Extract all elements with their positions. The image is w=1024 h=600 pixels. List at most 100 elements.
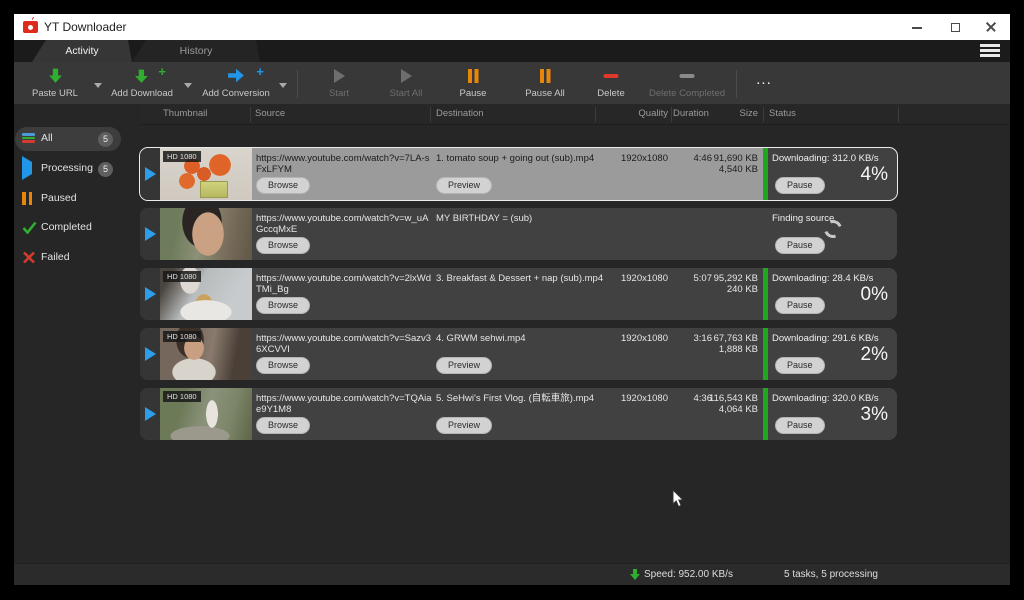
title-bar: YT Downloader	[14, 14, 1010, 40]
sidebar-item-failed[interactable]: Failed	[15, 246, 121, 270]
task-row-5[interactable]: HD 1080 https://www.youtube.com/watch?v=…	[140, 388, 897, 440]
hd-badge: HD 1080	[163, 391, 201, 402]
add-conversion-button[interactable]: + Add Conversion	[196, 67, 276, 101]
pause-icon	[444, 67, 502, 86]
source-url: https://www.youtube.com/watch?v=2lxWdTMi…	[256, 273, 434, 295]
speed-text: Speed: 952.00 KB/s	[644, 569, 733, 580]
row-pause-button[interactable]: Pause	[775, 177, 825, 194]
play-icon	[145, 407, 156, 421]
sidebar-item-completed[interactable]: Completed	[15, 216, 121, 240]
start-icon	[309, 67, 369, 86]
add-download-dropdown-icon[interactable]	[184, 83, 192, 88]
tasks-text: 5 tasks, 5 processing	[784, 569, 878, 580]
browse-button[interactable]: Browse	[256, 297, 310, 314]
col-quality[interactable]: Quality	[600, 108, 668, 119]
more-icon: ...	[756, 71, 772, 88]
status-bar: Speed: 952.00 KB/s 5 tasks, 5 processing	[14, 563, 1010, 585]
processing-indicator	[140, 268, 160, 320]
sidebar: All 5 Processing 5 Paused Completed Fail…	[14, 104, 140, 563]
video-thumbnail: HD 1080	[160, 268, 252, 320]
sidebar-item-processing[interactable]: Processing 5	[15, 157, 121, 181]
start-all-button[interactable]: Start All	[374, 67, 438, 101]
paste-url-dropdown-icon[interactable]	[94, 83, 102, 88]
status-text: Downloading: 28.4 KB/s	[772, 273, 890, 284]
play-icon	[145, 227, 156, 241]
col-source[interactable]: Source	[255, 108, 285, 119]
minimize-button[interactable]	[900, 14, 934, 40]
all-filter-icon	[22, 132, 37, 146]
browse-button[interactable]: Browse	[256, 237, 310, 254]
all-count-badge: 5	[98, 132, 113, 147]
browse-button[interactable]: Browse	[256, 417, 310, 434]
completed-icon	[22, 221, 37, 235]
close-button[interactable]	[974, 14, 1008, 40]
status-text: Downloading: 312.0 KB/s	[772, 153, 890, 164]
progress-bar	[763, 328, 768, 380]
delete-icon	[582, 67, 640, 86]
quality-value: 1920x1080	[600, 273, 668, 284]
add-conversion-dropdown-icon[interactable]	[279, 83, 287, 88]
task-row-3[interactable]: HD 1080 https://www.youtube.com/watch?v=…	[140, 268, 897, 320]
preview-button[interactable]: Preview	[436, 177, 492, 194]
add-download-button[interactable]: + Add Download	[106, 67, 178, 101]
mouse-cursor	[672, 489, 685, 513]
start-button[interactable]: Start	[309, 67, 369, 101]
size-value: 91,690 KB4,540 KB	[680, 153, 758, 175]
hd-badge: HD 1080	[163, 331, 201, 342]
sidebar-item-paused[interactable]: Paused	[15, 187, 121, 211]
destination-file: 4. GRWM sehwi.mp4	[436, 333, 616, 344]
more-button[interactable]: ...	[744, 67, 784, 101]
play-icon	[145, 347, 156, 361]
col-destination[interactable]: Destination	[436, 108, 484, 119]
delete-button[interactable]: Delete	[582, 67, 640, 101]
preview-button[interactable]: Preview	[436, 417, 492, 434]
video-thumbnail: HD 1080	[160, 388, 252, 440]
menu-icon[interactable]	[980, 44, 1000, 58]
percent-value: 0%	[861, 284, 888, 306]
row-pause-button[interactable]: Pause	[775, 417, 825, 434]
toolbar-separator	[297, 70, 298, 98]
screen: YT Downloader Activity History Paste URL…	[0, 0, 1024, 600]
minimize-icon	[912, 27, 922, 29]
progress-bar	[763, 148, 768, 200]
paused-icon	[22, 192, 37, 206]
destination-file: 5. SeHwi's First Vlog. (自転車旅).mp4	[436, 393, 616, 404]
tab-activity[interactable]: Activity	[32, 40, 132, 62]
paste-url-icon	[24, 67, 86, 86]
pause-all-button[interactable]: Pause All	[514, 67, 576, 101]
quality-value: 1920x1080	[600, 153, 668, 164]
processing-count-badge: 5	[98, 162, 113, 177]
play-icon	[145, 287, 156, 301]
processing-indicator	[140, 388, 160, 440]
browse-button[interactable]: Browse	[256, 357, 310, 374]
status-text: Downloading: 320.0 KB/s	[772, 393, 890, 404]
quality-value: 1920x1080	[600, 333, 668, 344]
pause-button[interactable]: Pause	[444, 67, 502, 101]
browse-button[interactable]: Browse	[256, 177, 310, 194]
col-thumbnail[interactable]: Thumbnail	[163, 108, 207, 119]
task-row-4[interactable]: HD 1080 https://www.youtube.com/watch?v=…	[140, 328, 897, 380]
sidebar-item-all[interactable]: All 5	[15, 127, 121, 151]
play-icon	[145, 167, 156, 181]
processing-indicator	[140, 208, 160, 260]
row-pause-button[interactable]: Pause	[775, 237, 825, 254]
preview-button[interactable]: Preview	[436, 357, 492, 374]
app-window: YT Downloader Activity History Paste URL…	[14, 14, 1010, 585]
destination-file: MY BIRTHDAY = (sub)	[436, 213, 616, 224]
tab-history[interactable]: History	[132, 40, 260, 62]
processing-indicator	[140, 148, 160, 200]
start-all-icon	[374, 67, 438, 86]
task-row-2[interactable]: https://www.youtube.com/watch?v=w_uAGccq…	[140, 208, 897, 260]
delete-completed-icon	[644, 67, 730, 86]
col-status[interactable]: Status	[769, 108, 796, 119]
col-size[interactable]: Size	[680, 108, 758, 119]
source-url: https://www.youtube.com/watch?v=Sazv36XC…	[256, 333, 434, 355]
toolbar: Paste URL + Add Download + Add Conversio…	[14, 62, 1010, 104]
delete-completed-button[interactable]: Delete Completed	[644, 67, 730, 101]
maximize-button[interactable]	[938, 14, 972, 40]
table-header: Thumbnail Source Destination Quality Dur…	[140, 104, 1010, 125]
row-pause-button[interactable]: Pause	[775, 357, 825, 374]
task-row-1[interactable]: HD 1080 https://www.youtube.com/watch?v=…	[140, 148, 897, 200]
paste-url-button[interactable]: Paste URL	[24, 67, 86, 101]
row-pause-button[interactable]: Pause	[775, 297, 825, 314]
